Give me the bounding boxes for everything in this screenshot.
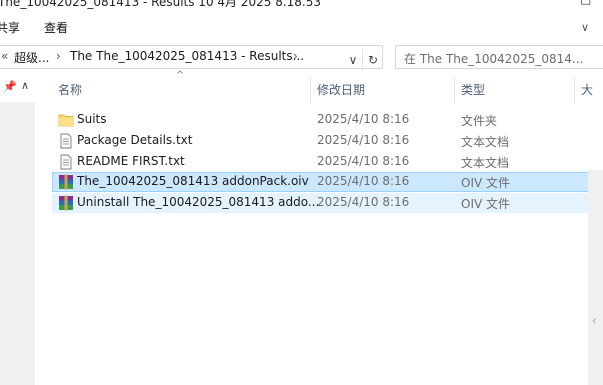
tab-view[interactable]: 查看 [44,19,68,36]
tab-share[interactable]: 共享 [0,19,20,36]
navigation-bar: « 超级... › The The_10042025_081413 - Resu… [0,44,603,72]
column-header-row: ^ 名称 修改日期 类型 大 [52,70,603,104]
file-type: 文本文档 [461,156,510,170]
file-modified-date: 2025/4/10 8:16 [317,154,410,168]
list-item[interactable]: README FIRST.txt 2025/4/10 8:16 文本文档 [52,152,603,172]
column-header-size[interactable]: 大 [581,76,593,104]
list-item[interactable]: Package Details.txt 2025/4/10 8:16 文本文档 [52,131,603,151]
list-item[interactable]: Suits 2025/4/10 8:16 文件夹 [52,110,603,130]
breadcrumb-separator-icon[interactable]: › [293,49,298,63]
file-type: 文本文档 [461,135,510,149]
expand-ribbon-chevron-icon[interactable]: ∨ [581,21,589,34]
address-bar[interactable]: « 超级... › The The_10042025_081413 - Resu… [0,45,383,71]
navigation-pane-scrolltrack[interactable] [0,102,35,385]
column-header-date[interactable]: 修改日期 [317,76,365,104]
file-modified-date: 2025/4/10 8:16 [317,174,410,188]
sort-ascending-icon: ^ [176,70,185,81]
file-name: The_10042025_081413 addonPack.oiv [77,174,309,188]
file-type: 文件夹 [461,114,498,128]
chevron-left-icon[interactable]: ‹ [592,314,596,327]
list-item-selected[interactable]: The_10042025_081413 addonPack.oiv 2025/4… [52,172,603,192]
file-modified-date: 2025/4/10 8:16 [317,133,410,147]
archive-icon [59,195,73,211]
file-modified-date: 2025/4/10 8:16 [317,112,410,126]
breadcrumb-item-overflow[interactable]: 超级... [14,49,49,66]
archive-icon [59,174,73,190]
file-type: OIV 文件 [461,197,511,211]
file-modified-date: 2025/4/10 8:16 [317,195,410,209]
column-separator[interactable] [310,76,311,104]
breadcrumb-item-current[interactable]: The The_10042025_081413 - Results... [70,49,304,63]
window-title: The_10042025_081413 - Results 10 4月 2025… [0,0,321,9]
folder-icon [58,114,74,127]
minimize-button[interactable]: – [534,0,540,6]
scroll-up-arrow-icon[interactable]: ∧ [21,79,29,92]
maximize-button[interactable]: □ [580,0,591,6]
refresh-button[interactable]: ↻ [362,49,383,71]
breadcrumb-separator-icon[interactable]: › [56,49,61,63]
address-dropdown-icon[interactable]: ∨ [343,49,363,71]
search-box[interactable]: 在 The The_10042025_0814... [395,45,603,69]
file-name: Uninstall The_10042025_081413 addo... [77,195,320,209]
file-name: README FIRST.txt [77,154,185,168]
navigation-pane: 📌 ∧ [0,76,35,385]
title-bar: The_10042025_081413 - Results 10 4月 2025… [0,0,603,10]
pin-icon[interactable]: 📌 [3,80,17,93]
column-separator[interactable] [454,76,455,104]
file-name: Package Details.txt [77,133,193,147]
back-overflow-icon[interactable]: « [1,49,8,63]
column-separator[interactable] [574,76,575,104]
column-header-name[interactable]: 名称 [58,76,82,104]
column-header-type[interactable]: 类型 [461,76,485,104]
text-file-icon [60,154,72,170]
search-input[interactable]: 在 The The_10042025_0814... [404,50,583,67]
vertical-scrollbar[interactable]: ‹ [588,170,603,385]
file-type: OIV 文件 [461,176,511,190]
file-name: Suits [77,112,107,126]
text-file-icon [60,133,72,149]
list-item-hover[interactable]: Uninstall The_10042025_081413 addo... 20… [52,193,603,213]
ribbon: 共享 查看 ∨ [0,10,603,44]
